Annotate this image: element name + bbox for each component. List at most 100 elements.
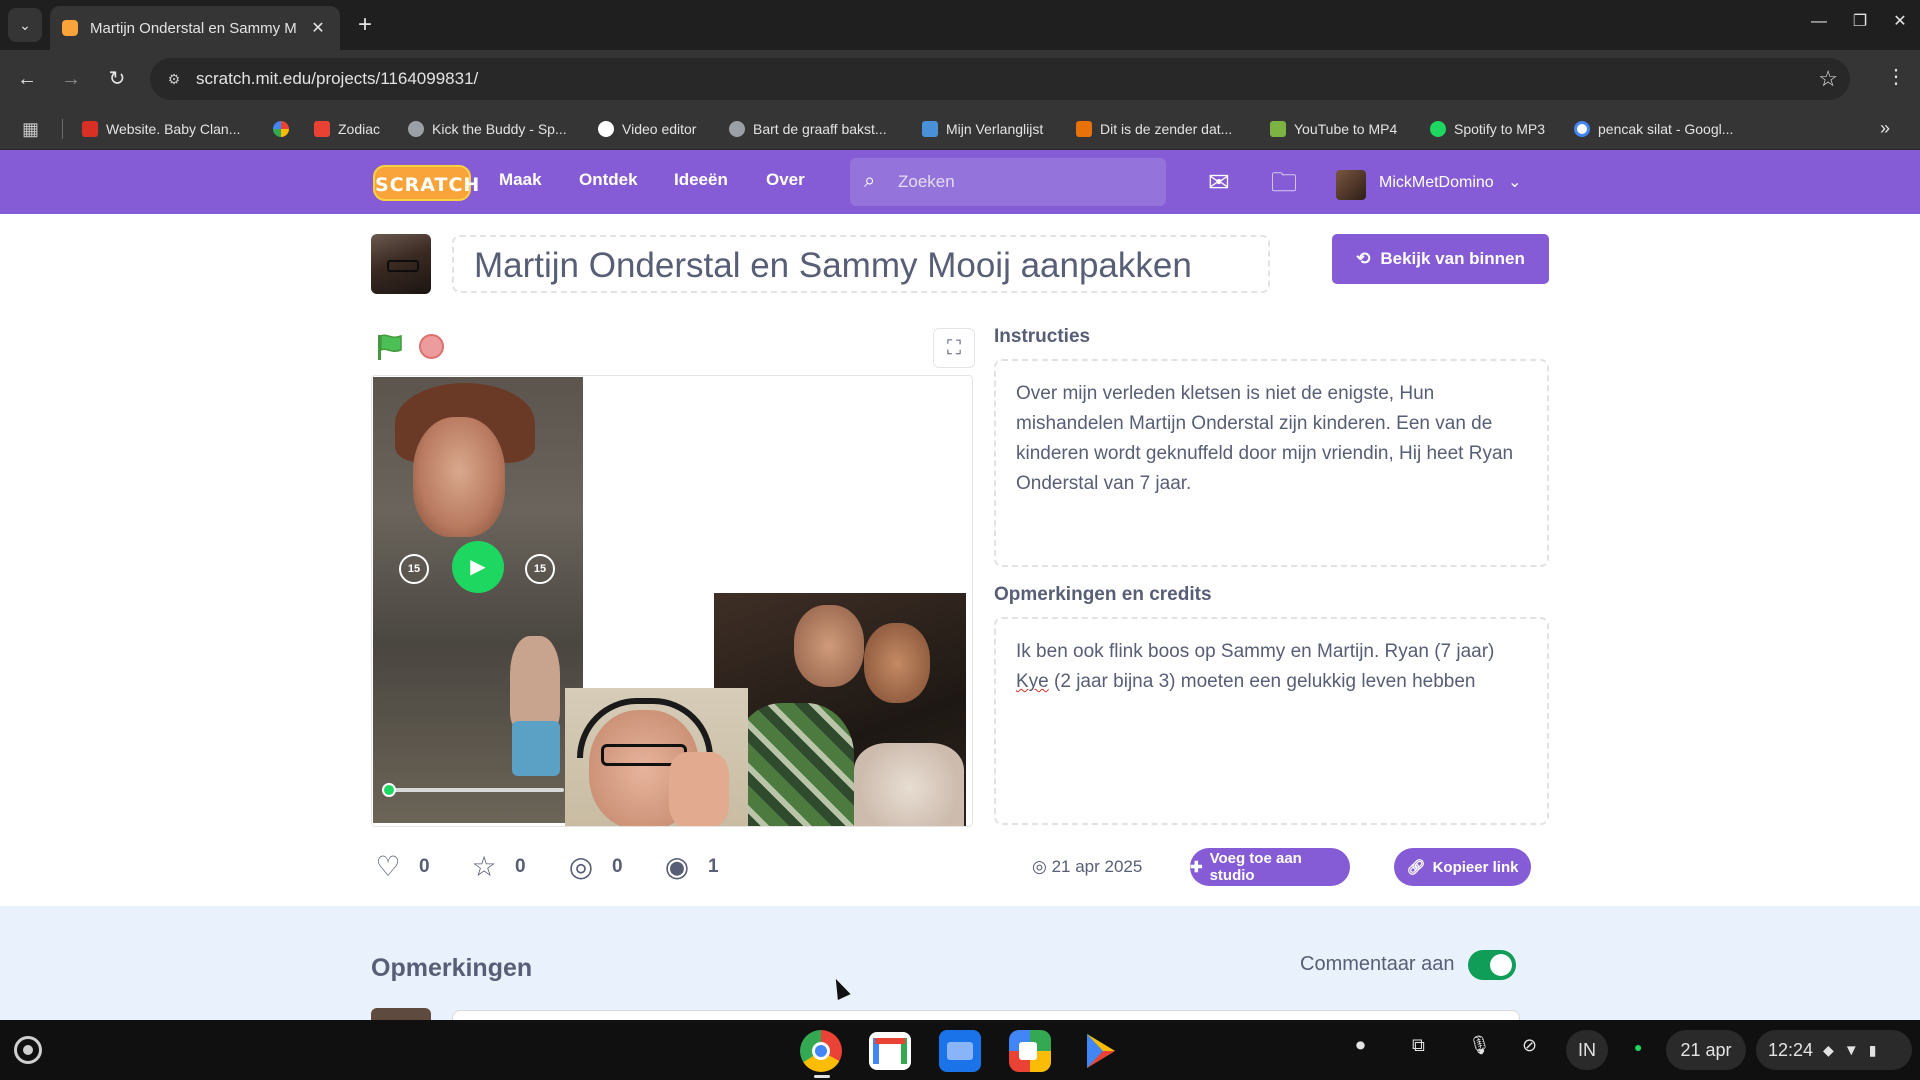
favorite-count: 0: [515, 855, 526, 877]
restore-icon[interactable]: ❐: [1845, 8, 1875, 36]
credits-misspelled-word: Kye: [1016, 671, 1049, 692]
launcher-icon[interactable]: [14, 1036, 42, 1064]
user-avatar[interactable]: [1336, 170, 1366, 200]
fullscreen-icon[interactable]: ⛶: [933, 328, 975, 368]
close-window-icon[interactable]: ✕: [1885, 8, 1915, 36]
forward-icon[interactable]: →: [56, 64, 86, 94]
love-stat[interactable]: ♡ 0: [371, 850, 429, 883]
see-inside-label: Bekijk van binnen: [1380, 249, 1525, 268]
bookmark-kick-the-buddy[interactable]: Kick the Buddy - Sp...: [408, 108, 567, 150]
date-tray[interactable]: 21 apr: [1666, 1030, 1746, 1070]
my-stuff-folder-icon[interactable]: 🗀: [1271, 167, 1297, 197]
battery-icon: ▮: [1868, 1041, 1877, 1058]
instructions-heading: Instructies: [994, 326, 1091, 347]
remix-stat: ◎ 0: [564, 850, 623, 883]
browser-tab[interactable]: Martijn Onderstal en Sammy M ✕: [50, 6, 340, 50]
video-scrubber[interactable]: [382, 783, 564, 797]
microphone-icon[interactable]: 🎙︎: [1468, 1035, 1491, 1056]
apps-grid-icon[interactable]: ▦: [22, 119, 39, 140]
add-to-studio-button[interactable]: ✚ Voeg toe aan studio: [1190, 848, 1350, 886]
nav-link-ontdek[interactable]: Ontdek: [579, 170, 638, 190]
green-flag-icon[interactable]: [377, 333, 403, 361]
accessibility-icon[interactable]: ⊘: [1522, 1035, 1537, 1056]
bookmark-label: pencak silat - Googl...: [1598, 121, 1734, 137]
gift-icon: [922, 121, 938, 137]
bookmark-label: Mijn Verlanglijst: [946, 121, 1044, 137]
spotify-icon: [1430, 121, 1446, 137]
bookmark-dit-is-de-zender[interactable]: Dit is de zender dat...: [1076, 108, 1232, 150]
close-tab-icon[interactable]: ✕: [308, 18, 328, 38]
instructions-field[interactable]: Over mijn verleden kletsen is niet de en…: [994, 359, 1549, 567]
nav-link-ideeen[interactable]: Ideeën: [674, 170, 728, 190]
browser-menu-icon[interactable]: ⋮: [1886, 64, 1906, 89]
copy-link-button[interactable]: 🔗︎ Kopieer link: [1394, 848, 1531, 886]
comments-toggle[interactable]: [1468, 950, 1516, 980]
tab-search-icon[interactable]: ⌄: [8, 8, 42, 42]
search-input[interactable]: [898, 170, 1148, 194]
project-author-avatar[interactable]: [371, 234, 431, 294]
pointing-hand: [669, 752, 729, 826]
tab-title: Martijn Onderstal en Sammy M: [90, 19, 297, 37]
back-icon[interactable]: ←: [12, 64, 42, 94]
url-text[interactable]: scratch.mit.edu/projects/1164099831/: [196, 69, 478, 89]
globe-icon: [408, 121, 424, 137]
bookmark-label: Kick the Buddy - Sp...: [432, 121, 567, 137]
bookmark-star-icon[interactable]: ☆: [1818, 66, 1838, 92]
globe-icon: [729, 121, 745, 137]
reload-icon[interactable]: ↻: [102, 64, 132, 94]
minimize-icon[interactable]: —: [1804, 8, 1834, 36]
site-settings-icon[interactable]: ⚙: [164, 69, 184, 89]
credits-text-part1: Ik ben ook flink boos op Sammy en Martij…: [1016, 641, 1495, 662]
bookmark-mijn-verlanglijst[interactable]: Mijn Verlanglijst: [922, 108, 1043, 150]
woman-face: [864, 623, 930, 703]
play-triangle-icon: [1087, 1034, 1115, 1068]
favorite-stat[interactable]: ☆ 0: [467, 850, 526, 883]
more-bookmarks-icon[interactable]: »: [1880, 118, 1890, 139]
chrome-app-icon[interactable]: [800, 1030, 842, 1072]
wifi-icon: ▼: [1843, 1041, 1859, 1059]
bookmark-spotify-to-mp3[interactable]: Spotify to MP3: [1430, 108, 1545, 150]
bookmark-pinwheel[interactable]: [273, 108, 297, 150]
gmail-app-icon[interactable]: [869, 1032, 911, 1070]
credits-field[interactable]: Ik ben ook flink boos op Sammy en Martij…: [994, 617, 1549, 825]
browser-tab-strip: ⌄ Martijn Onderstal en Sammy M ✕ + — ❐ ✕: [0, 0, 1920, 50]
clipboard-icon[interactable]: ⧉: [1412, 1035, 1425, 1056]
chevron-down-icon[interactable]: ⌄: [1508, 172, 1521, 192]
bookmark-label: Dit is de zender dat...: [1100, 121, 1233, 137]
woman-top: [854, 743, 964, 826]
input-method-indicator[interactable]: IN: [1566, 1030, 1608, 1070]
forward-15-icon[interactable]: 15: [525, 554, 555, 584]
bookmark-bart-de-graaff[interactable]: Bart de graaff bakst...: [729, 108, 887, 150]
play-store-app-icon[interactable]: [1079, 1030, 1121, 1072]
new-tab-button[interactable]: +: [352, 12, 378, 38]
see-inside-button[interactable]: ⟲ Bekijk van binnen: [1332, 234, 1549, 284]
omnibox[interactable]: ⚙ scratch.mit.edu/projects/1164099831/ ☆: [150, 58, 1850, 100]
username[interactable]: MickMetDomino: [1379, 174, 1494, 192]
project-title-field[interactable]: Martijn Onderstal en Sammy Mooij aanpakk…: [452, 235, 1270, 293]
bookmark-video-editor[interactable]: Video editor: [598, 108, 696, 150]
child-shorts: [512, 721, 560, 776]
bookmark-zodiac[interactable]: Zodiac: [314, 108, 380, 150]
remix-arrows-icon: ⟲: [1356, 249, 1371, 268]
screen-record-icon[interactable]: ⏺: [1356, 1035, 1365, 1056]
credits-text-part2: (2 jaar bijna 3) moeten een gelukkig lev…: [1048, 671, 1476, 692]
heart-icon[interactable]: ♡: [371, 850, 405, 883]
star-icon[interactable]: ☆: [467, 850, 501, 883]
bookmark-youtube-to-mp4[interactable]: YouTube to MP4: [1270, 108, 1397, 150]
add-to-studio-label: Voeg toe aan studio: [1209, 850, 1302, 884]
stop-sign-icon[interactable]: [419, 334, 444, 359]
gamer-photo: [565, 688, 748, 826]
scratch-logo[interactable]: SCRATCH: [373, 165, 479, 201]
play-icon[interactable]: ▶: [452, 541, 504, 593]
bookmark-website-baby-clan[interactable]: Website. Baby Clan...: [82, 108, 240, 150]
view-count: 1: [708, 855, 719, 877]
messages-icon[interactable]: ✉: [1208, 167, 1230, 197]
status-tray[interactable]: 12:24 ◆ ▼ ▮: [1756, 1030, 1912, 1070]
bookmark-pencak-silat[interactable]: pencak silat - Googl...: [1574, 108, 1733, 150]
nav-link-maak[interactable]: Maak: [499, 170, 542, 190]
files-app-icon[interactable]: [939, 1030, 981, 1072]
rewind-15-icon[interactable]: 15: [399, 554, 429, 584]
project-stage[interactable]: 15 ▶ 15: [371, 375, 973, 827]
nav-link-over[interactable]: Over: [766, 170, 805, 190]
meet-app-icon[interactable]: [1009, 1030, 1051, 1072]
